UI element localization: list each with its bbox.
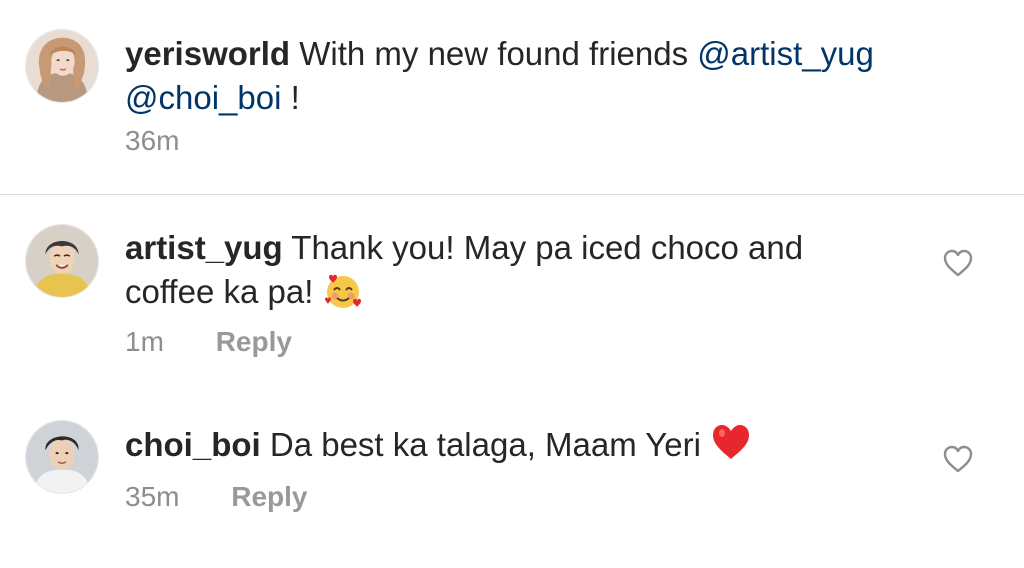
- profile-photo-icon: [26, 421, 98, 493]
- comment-body: Thank you! May pa iced choco and: [291, 229, 804, 266]
- comment-timestamp: 1m: [125, 326, 164, 357]
- red-heart-icon: [710, 422, 752, 462]
- avatar-artist-yug[interactable]: [25, 224, 99, 298]
- comment-body-line2: coffee ka pa!: [125, 273, 314, 310]
- divider: [0, 194, 1024, 195]
- comment-text: choi_boi Da best ka talaga, Maam Yeri: [125, 422, 925, 467]
- post-caption: yerisworld With my new found friends @ar…: [0, 0, 1024, 194]
- mention-choi-boi[interactable]: @choi_boi: [125, 79, 281, 116]
- caption-text: yerisworld With my new found friends @ar…: [125, 32, 985, 120]
- heart-outline-icon[interactable]: [942, 248, 974, 278]
- comment-body: Da best ka talaga, Maam Yeri: [269, 426, 701, 463]
- comment-text: artist_yug Thank you! May pa iced choco …: [125, 226, 925, 314]
- caption-timestamp: 36m: [125, 125, 180, 156]
- comment-username[interactable]: choi_boi: [125, 426, 261, 463]
- caption-meta: 36m: [125, 125, 179, 157]
- caption-end: !: [290, 79, 300, 116]
- comment-meta: 35m Reply: [125, 481, 308, 513]
- avatar-choi-boi[interactable]: [25, 420, 99, 494]
- reply-button[interactable]: Reply: [231, 481, 307, 513]
- caption-body: With my new found friends: [299, 35, 689, 72]
- comment-timestamp: 35m: [125, 481, 180, 512]
- profile-photo-icon: [26, 30, 98, 102]
- heart-outline-icon[interactable]: [942, 444, 974, 474]
- comment-meta: 1m Reply: [125, 326, 292, 358]
- profile-photo-icon: [26, 225, 98, 297]
- avatar-yerisworld[interactable]: [25, 29, 99, 103]
- reply-button[interactable]: Reply: [216, 326, 292, 358]
- mention-artist-yug[interactable]: @artist_yug: [697, 35, 874, 72]
- smiling-face-with-hearts-icon: [323, 271, 363, 311]
- comment-username[interactable]: artist_yug: [125, 229, 283, 266]
- caption-username[interactable]: yerisworld: [125, 35, 290, 72]
